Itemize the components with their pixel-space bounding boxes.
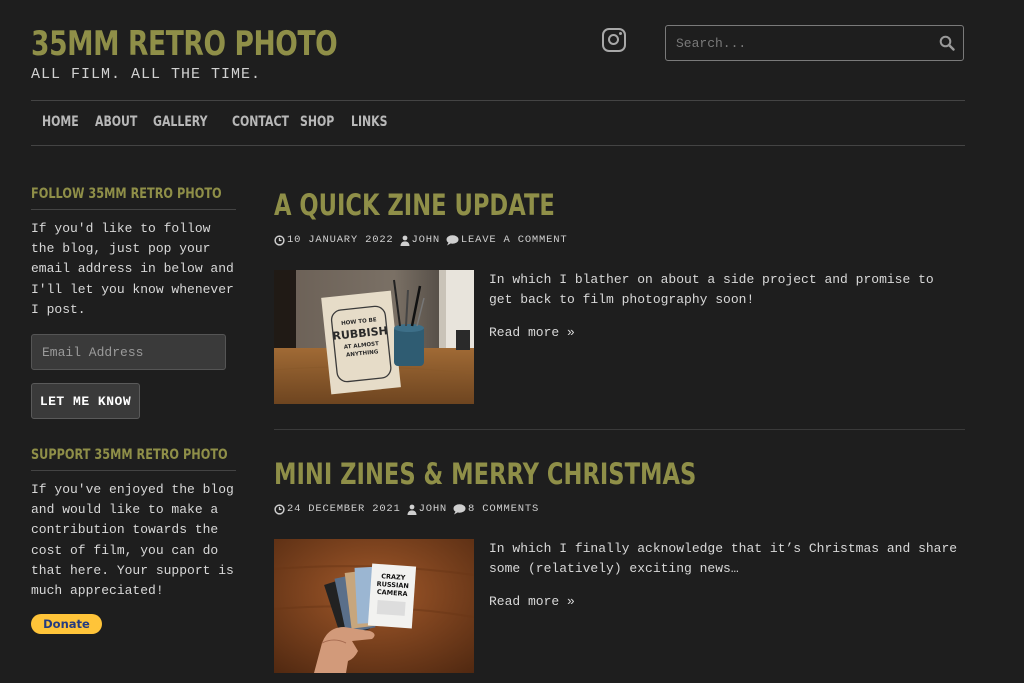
comment-icon — [446, 234, 459, 245]
post-body: CRAZY RUSSIAN CAMERA In which I finally … — [274, 539, 965, 673]
post-comments-link[interactable]: LEAVE A COMMENT — [461, 234, 568, 246]
search-box — [665, 25, 964, 61]
post-thumbnail[interactable]: CRAZY RUSSIAN CAMERA — [274, 539, 474, 673]
post-excerpt-container: In which I blather on about a side proje… — [489, 270, 959, 404]
email-field[interactable] — [31, 334, 226, 371]
nav-about[interactable]: ABOUT — [95, 114, 140, 130]
support-widget: SUPPORT 35MM RETRO PHOTO If you've enjoy… — [31, 447, 236, 635]
support-widget-text: If you've enjoyed the blog and would lik… — [31, 482, 234, 599]
follow-widget: FOLLOW 35MM RETRO PHOTO If you'd like to… — [31, 186, 236, 420]
post-excerpt-container: In which I finally acknowledge that it’s… — [489, 539, 959, 673]
post-body: HOW TO BE RUBBISH AT ALMOST ANYTHING In … — [274, 270, 965, 404]
nav-divider — [31, 145, 965, 146]
follow-widget-title: FOLLOW 35MM RETRO PHOTO — [31, 186, 222, 202]
post-comments-link[interactable]: 8 COMMENTS — [468, 503, 539, 515]
nav-gallery[interactable]: GALLERY — [153, 114, 215, 130]
post-excerpt: In which I finally acknowledge that it’s… — [489, 541, 958, 577]
nav-home[interactable]: HOME — [42, 114, 83, 130]
mini-zines-photo: CRAZY RUSSIAN CAMERA — [274, 539, 474, 673]
user-icon — [407, 504, 417, 515]
post-author[interactable]: JOHN — [412, 234, 440, 246]
widget-divider — [31, 470, 236, 472]
site-tagline: ALL FILM. ALL THE TIME. — [31, 66, 262, 83]
widget-divider — [31, 209, 236, 210]
post-excerpt: In which I blather on about a side proje… — [489, 272, 934, 308]
nav-links[interactable]: LINKS — [351, 114, 387, 130]
post-divider — [274, 429, 965, 430]
post-meta: 10 JANUARY 2022 JOHN LEAVE A COMMENT — [274, 234, 965, 246]
post-title[interactable]: A QUICK ZINE UPDATE — [274, 188, 813, 222]
header-divider — [31, 100, 965, 101]
search-input[interactable] — [666, 26, 931, 60]
post-title[interactable]: MINI ZINES & MERRY CHRISTMAS — [274, 457, 813, 491]
post-thumbnail[interactable]: HOW TO BE RUBBISH AT ALMOST ANYTHING — [274, 270, 474, 404]
post-meta: 24 DECEMBER 2021 JOHN 8 COMMENTS — [274, 503, 965, 515]
read-more-link[interactable]: Read more » — [489, 592, 575, 612]
post-author[interactable]: JOHN — [419, 503, 447, 515]
nav-contact[interactable]: CONTACT — [232, 114, 289, 130]
sidebar: FOLLOW 35MM RETRO PHOTO If you'd like to… — [31, 186, 236, 635]
clock-icon — [274, 234, 285, 246]
clock-icon — [274, 503, 285, 515]
comment-icon — [453, 503, 466, 514]
post-date[interactable]: 24 DECEMBER 2021 — [287, 503, 401, 515]
post-card: A QUICK ZINE UPDATE 10 JANUARY 2022 JOHN… — [274, 188, 965, 430]
nav-shop[interactable]: SHOP — [300, 114, 340, 130]
user-icon — [400, 235, 410, 246]
post-date[interactable]: 10 JANUARY 2022 — [287, 234, 394, 246]
support-widget-title: SUPPORT 35MM RETRO PHOTO — [31, 447, 228, 464]
zine-photo: HOW TO BE RUBBISH AT ALMOST ANYTHING — [274, 270, 474, 404]
site-title[interactable]: 35MM RETRO PHOTO — [31, 24, 338, 64]
follow-widget-text: If you'd like to follow the blog, just p… — [31, 221, 234, 317]
read-more-link[interactable]: Read more » — [489, 323, 575, 343]
let-me-know-button[interactable]: LET ME KNOW — [31, 383, 140, 420]
post-card: MINI ZINES & MERRY CHRISTMAS 24 DECEMBER… — [274, 457, 965, 673]
donate-button[interactable]: Donate — [31, 614, 102, 635]
main-nav: HOME ABOUT GALLERY CONTACT SHOP LINKS — [42, 114, 398, 130]
instagram-icon[interactable] — [602, 28, 626, 52]
search-icon[interactable] — [939, 35, 955, 51]
